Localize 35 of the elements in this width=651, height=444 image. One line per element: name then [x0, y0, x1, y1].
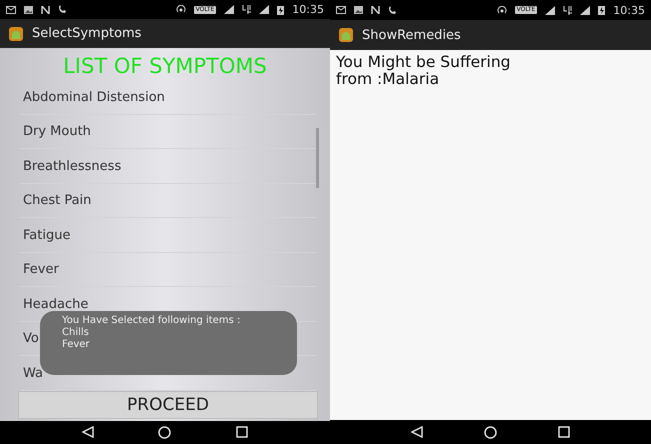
- symptom-item[interactable]: Dry Mouth: [20, 114, 316, 150]
- recents-icon[interactable]: [558, 426, 570, 438]
- home-icon[interactable]: [484, 426, 497, 438]
- scrollbar: [316, 128, 319, 188]
- proceed-button[interactable]: PROCEED: [18, 390, 318, 419]
- home-icon[interactable]: [158, 426, 172, 439]
- battery-icon: [598, 5, 606, 15]
- mail-icon: [6, 6, 16, 14]
- signal-icon: [580, 6, 590, 14]
- signal-icon: [545, 6, 556, 14]
- symptom-item[interactable]: Fatigue: [20, 218, 316, 253]
- back-icon[interactable]: [82, 426, 94, 438]
- battery-icon: [277, 4, 284, 15]
- symptom-item[interactable]: Chest Pain: [20, 184, 316, 218]
- signal-icon: [259, 5, 270, 14]
- app-title: SelectSymptoms: [32, 26, 142, 42]
- result-message: You Might be Suffering from :Malaria: [336, 54, 512, 88]
- hotspot-icon: [496, 6, 507, 14]
- phone-icon: [58, 5, 67, 14]
- toast-line: Chills: [62, 327, 90, 340]
- status-time: 10:35: [613, 4, 645, 16]
- toast-line: Fever: [62, 339, 91, 352]
- recents-icon[interactable]: [236, 426, 248, 438]
- signal-icon: [224, 5, 234, 14]
- image-icon: [354, 6, 363, 14]
- symptom-item[interactable]: Fever: [20, 252, 316, 288]
- hotspot-icon: [176, 5, 186, 14]
- symptom-item[interactable]: Abdominal Distension: [20, 80, 316, 115]
- back-icon[interactable]: [410, 426, 423, 438]
- list-heading: LIST OF SYMPTOMS: [62, 53, 268, 80]
- image-icon: [24, 6, 33, 14]
- status-time: 10:35: [292, 3, 324, 16]
- mail-icon: [336, 6, 346, 14]
- app-title: ShowRemedies: [362, 28, 461, 42]
- phone-icon: [388, 6, 397, 14]
